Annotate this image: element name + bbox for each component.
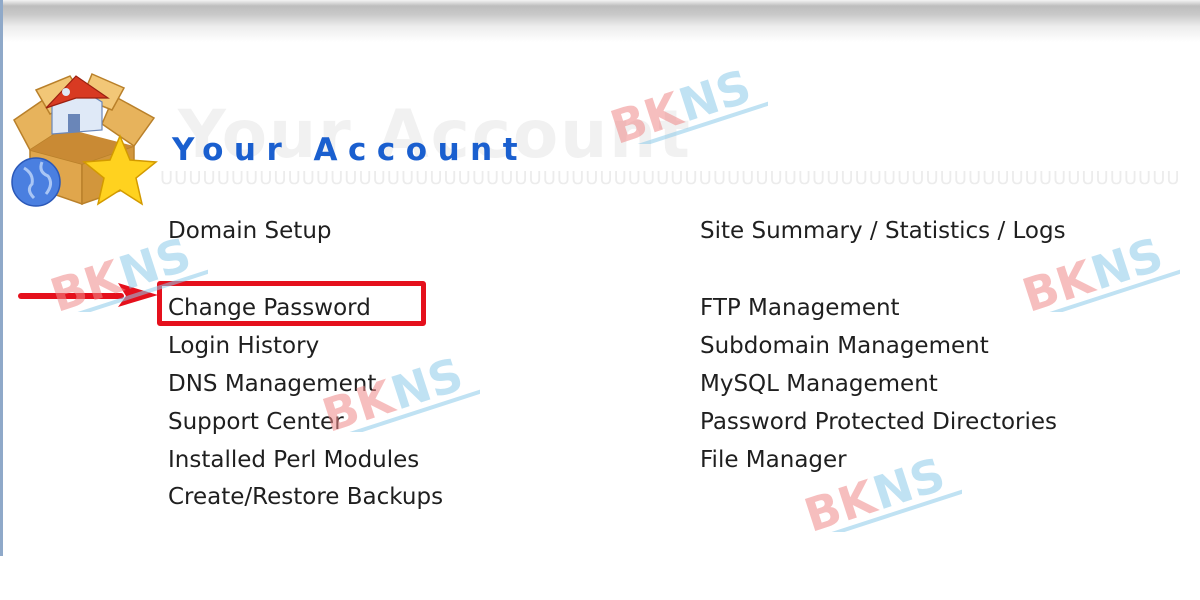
link-domain-setup[interactable]: Domain Setup [168,215,332,247]
link-ftp-management[interactable]: FTP Management [700,292,900,324]
account-logo-icon [11,73,158,207]
link-file-manager[interactable]: File Manager [700,444,847,476]
watermark-text-ns: NS [384,352,469,421]
page-title: Your Account [172,132,529,168]
watermark-text-ns: NS [866,452,951,521]
globe-icon [11,157,61,207]
link-site-summary-statistics-logs[interactable]: Site Summary / Statistics / Logs [700,215,1066,247]
red-arrow-icon [18,283,158,307]
watermark-text-bk: BK [1016,249,1102,312]
watermark-text-bk: BK [798,469,884,532]
watermark-text-ns: NS [1084,232,1169,301]
link-subdomain-management[interactable]: Subdomain Management [700,330,989,362]
title-divider: UUUUUUUUUUUUUUUUUUUUUUUUUUUUUUUUUUUUUUUU… [160,168,1180,188]
left-border [0,0,3,556]
change-password-highlight-box [157,281,426,326]
link-password-protected-directories[interactable]: Password Protected Directories [700,406,1057,438]
link-installed-perl-modules[interactable]: Installed Perl Modules [168,444,419,476]
top-bar [0,0,1200,42]
link-create-restore-backups[interactable]: Create/Restore Backups [168,481,443,513]
link-support-center[interactable]: Support Center [168,406,344,438]
link-login-history[interactable]: Login History [168,330,319,362]
link-dns-management[interactable]: DNS Management [168,368,376,400]
link-mysql-management[interactable]: MySQL Management [700,368,938,400]
